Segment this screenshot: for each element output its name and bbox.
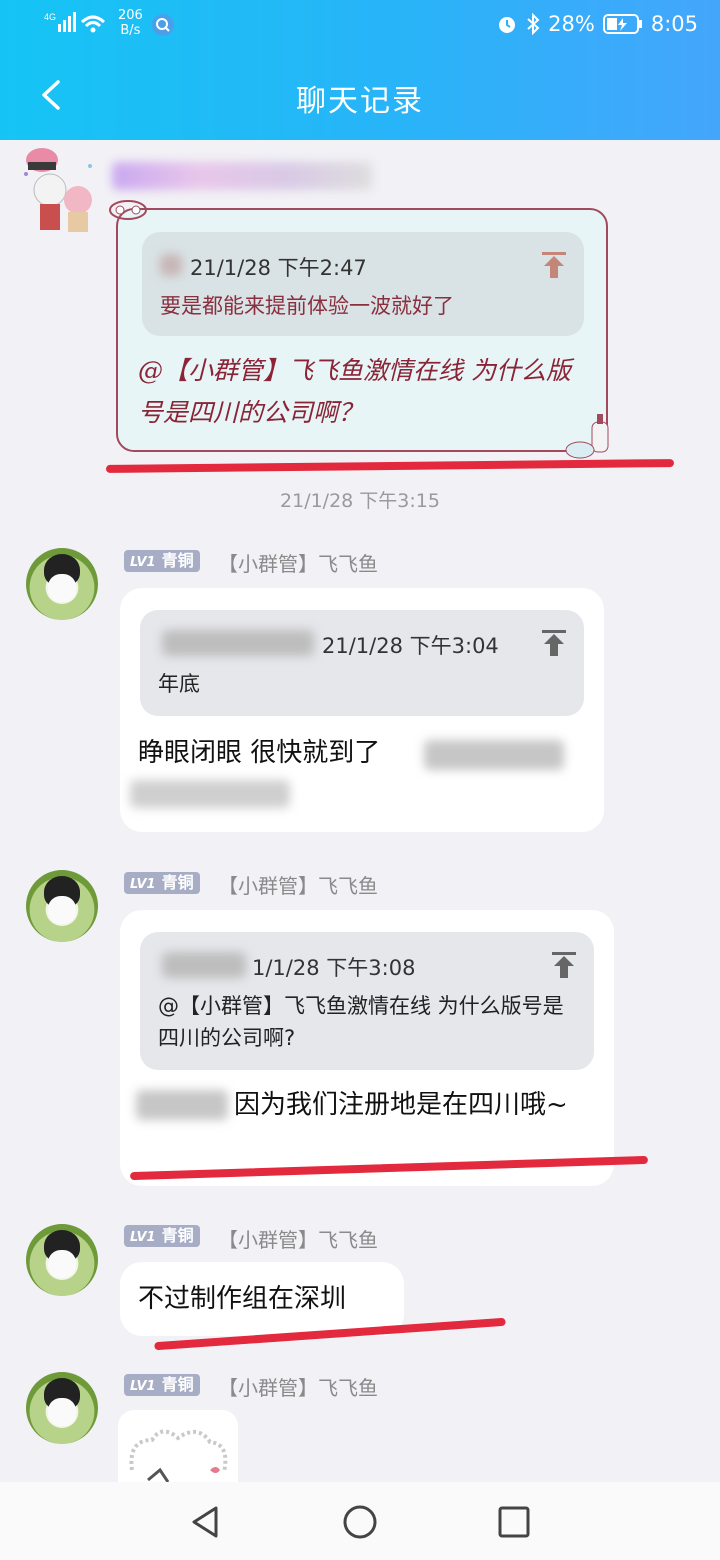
avatar[interactable] bbox=[26, 548, 98, 620]
clock-time: 8:05 bbox=[650, 12, 698, 36]
message-text: 因为我们注册地是在四川哦~ bbox=[234, 1090, 568, 1120]
signal-icon: 4G bbox=[44, 10, 108, 41]
sender-nickname: 【小群管】飞飞鱼 bbox=[218, 874, 378, 898]
message-bubble[interactable]: 21/1/28 下午2:47 要是都能来提前体验一波就好了 @【小群管】飞飞鱼激… bbox=[109, 200, 609, 459]
message-text: 不过制作组在深圳 bbox=[138, 1284, 347, 1314]
quoted-timestamp: 1/1/28 下午3:08 bbox=[252, 956, 416, 980]
app-header: 4G 206 B/s 28% 8:05 聊天记录 bbox=[0, 0, 720, 140]
quoted-text: 年底 bbox=[158, 672, 200, 696]
quoted-reply[interactable]: 21/1/28 下午2:47 要是都能来提前体验一波就好了 bbox=[142, 232, 584, 336]
message-timestamp: 21/1/28 下午3:15 bbox=[280, 490, 440, 512]
quoted-sender-blurred bbox=[162, 952, 246, 978]
jump-to-message-icon[interactable] bbox=[542, 630, 566, 656]
quoted-reply[interactable]: 21/1/28 下午3:04 年底 bbox=[140, 610, 584, 716]
page-title: 聊天记录 bbox=[296, 84, 424, 119]
battery-percent: 28% bbox=[548, 12, 595, 36]
message-text: @【小群管】飞飞鱼激情在线 为什么版号是四川的公司啊？ bbox=[138, 356, 571, 427]
quoted-sender-blurred bbox=[162, 630, 314, 656]
bubble-corner-decoration-icon bbox=[109, 200, 147, 220]
red-underline-annotation bbox=[105, 459, 675, 473]
network-speed: 206 B/s bbox=[118, 8, 143, 38]
quoted-text: @【小群管】飞飞鱼激情在线 为什么版号是四川的公司啊? bbox=[158, 994, 564, 1050]
avatar[interactable] bbox=[26, 1372, 98, 1444]
quoted-reply[interactable]: 1/1/28 下午3:08 @【小群管】飞飞鱼激情在线 为什么版号是四川的公司啊… bbox=[140, 932, 594, 1070]
network-type: 4G bbox=[44, 12, 56, 22]
sender-name-blurred bbox=[112, 162, 372, 190]
sticker-image[interactable] bbox=[118, 1410, 238, 1482]
status-bar: 4G 206 B/s 28% 8:05 bbox=[0, 0, 720, 50]
jump-to-message-icon[interactable] bbox=[552, 952, 576, 978]
chat-message-list[interactable]: 21/1/28 下午2:47 要是都能来提前体验一波就好了 @【小群管】飞飞鱼激… bbox=[0, 140, 720, 1482]
avatar[interactable] bbox=[26, 870, 98, 942]
emoji-blurred bbox=[130, 780, 290, 808]
level-badge: LV1 青铜 bbox=[124, 550, 200, 572]
message-bubble[interactable]: 1/1/28 下午3:08 @【小群管】飞飞鱼激情在线 为什么版号是四川的公司啊… bbox=[120, 910, 614, 1186]
quoted-timestamp: 21/1/28 下午3:04 bbox=[322, 634, 499, 658]
quoted-text: 要是都能来提前体验一波就好了 bbox=[160, 294, 454, 318]
bluetooth-icon bbox=[527, 13, 540, 35]
nav-back-button[interactable] bbox=[186, 1502, 226, 1546]
system-navigation-bar bbox=[0, 1482, 720, 1560]
level-badge: LV1 青铜 bbox=[124, 1374, 200, 1396]
sender-nickname: 【小群管】飞飞鱼 bbox=[218, 1376, 378, 1400]
search-notification-icon bbox=[152, 14, 174, 36]
sender-avatar-anime[interactable] bbox=[18, 144, 100, 240]
quoted-sender-blurred bbox=[160, 254, 182, 276]
quoted-timestamp: 21/1/28 下午2:47 bbox=[190, 256, 367, 280]
level-badge: LV1 青铜 bbox=[124, 1225, 200, 1247]
avatar[interactable] bbox=[26, 1224, 98, 1296]
nav-home-button[interactable] bbox=[340, 1502, 380, 1546]
jump-to-message-icon[interactable] bbox=[542, 252, 566, 278]
nav-recents-button[interactable] bbox=[494, 1502, 534, 1546]
message-bubble[interactable]: 21/1/28 下午3:04 年底 睁眼闭眼 很快就到了 bbox=[120, 588, 604, 832]
battery-icon bbox=[602, 14, 642, 34]
level-badge: LV1 青铜 bbox=[124, 872, 200, 894]
emoji-blurred bbox=[424, 740, 564, 770]
bubble-bottle-decoration-icon bbox=[565, 414, 609, 459]
message-bubble[interactable]: 不过制作组在深圳 bbox=[120, 1262, 404, 1336]
sender-nickname: 【小群管】飞飞鱼 bbox=[218, 1228, 378, 1252]
sender-nickname: 【小群管】飞飞鱼 bbox=[218, 552, 378, 576]
alarm-icon bbox=[499, 17, 516, 33]
message-text: 睁眼闭眼 很快就到了 bbox=[138, 738, 381, 768]
